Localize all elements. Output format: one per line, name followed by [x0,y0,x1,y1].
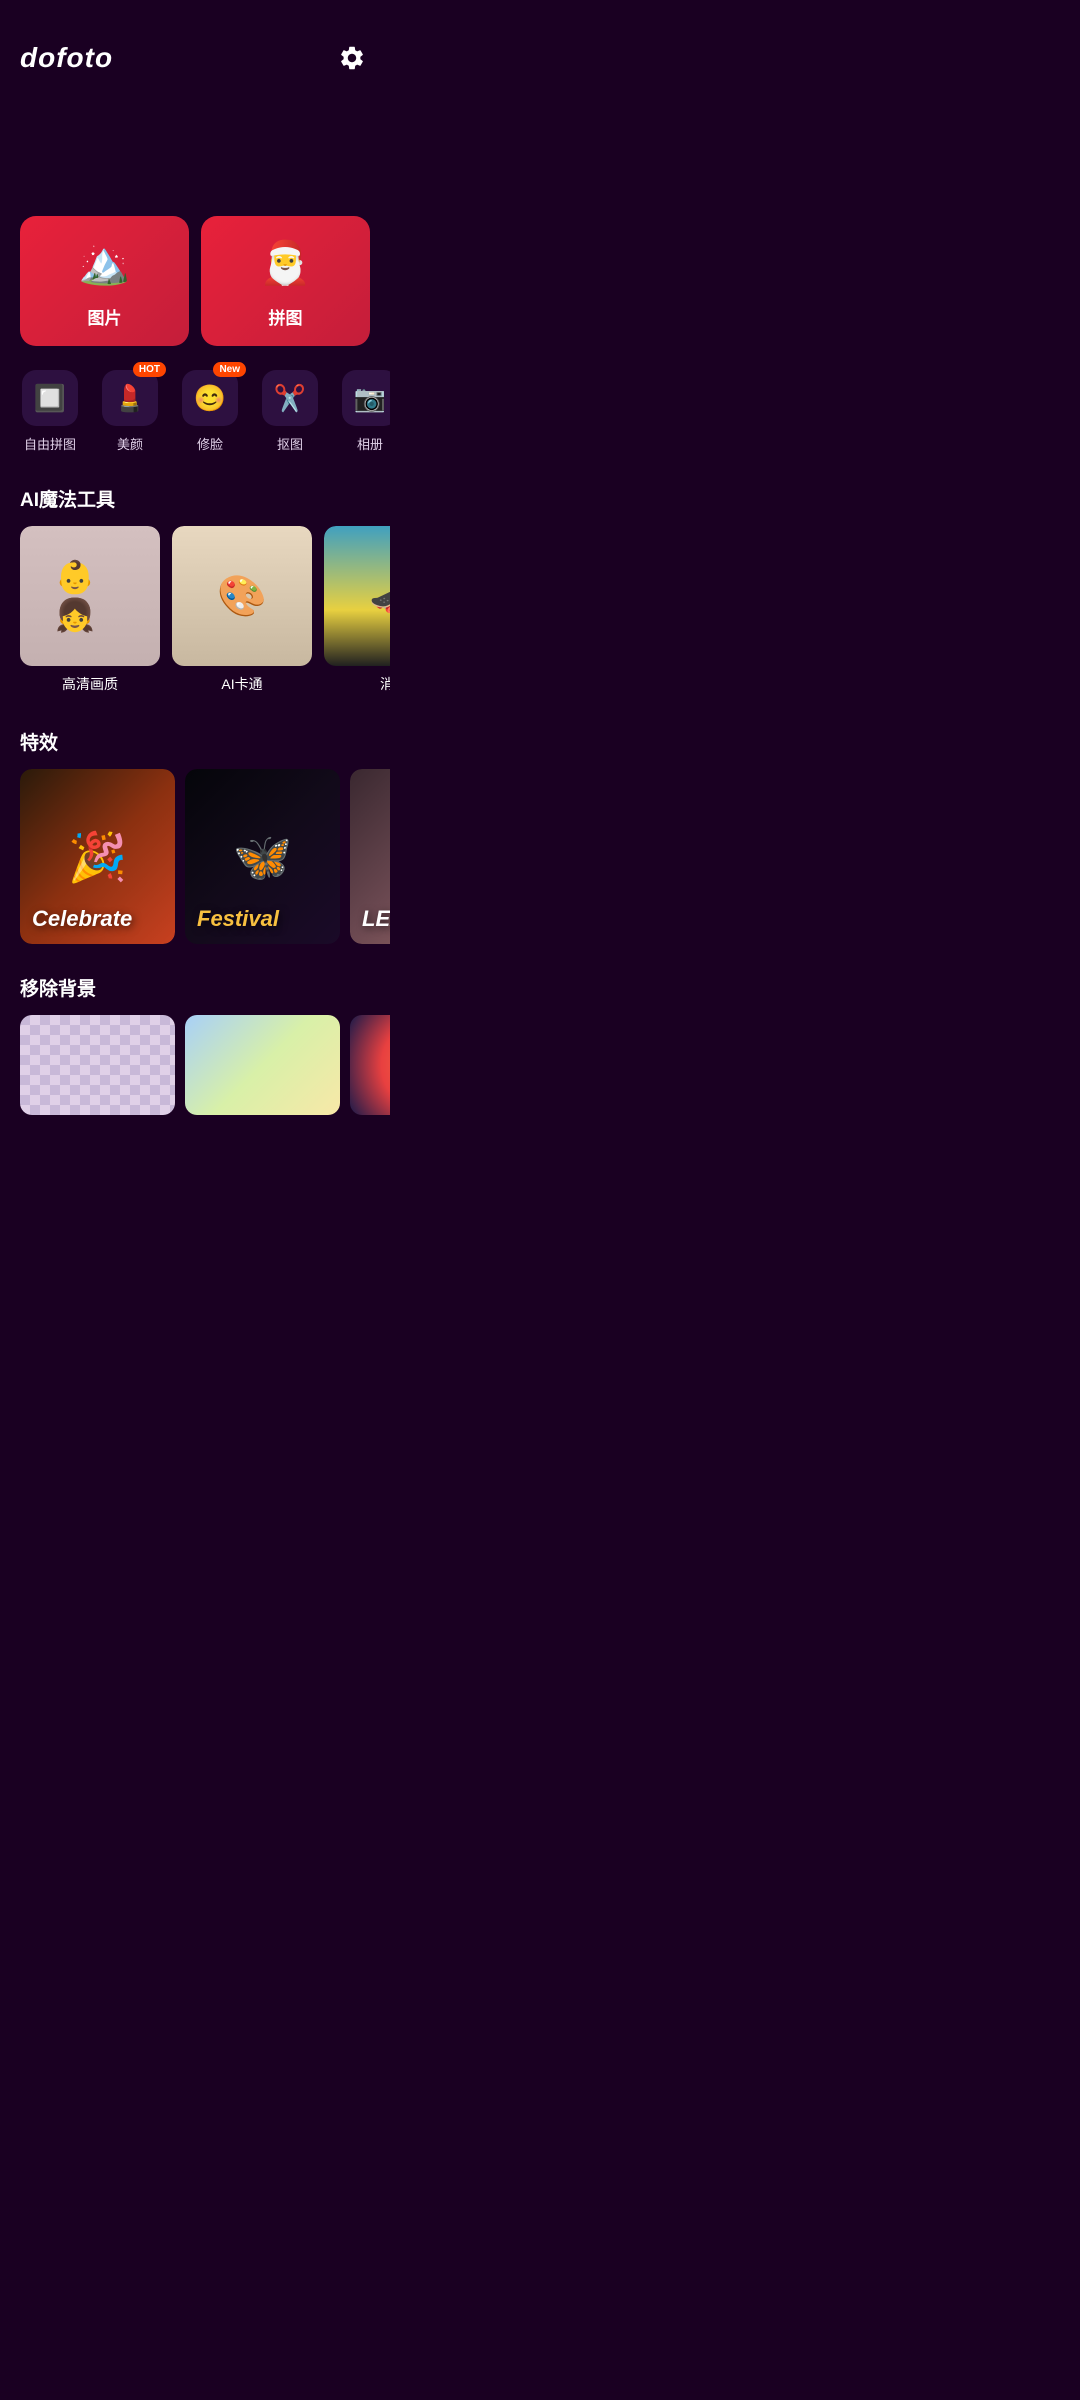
photos-icon: 🏔️ [75,234,135,294]
bg-remove-section-title: 移除背景 [0,974,390,1001]
cutout-icon: ✂️ [274,383,306,414]
ai-tool-erase-label: 消除 [324,666,390,698]
ai-tool-cartoon-image [172,526,312,666]
beauty-icon-wrap: 💄 HOT [102,370,158,426]
free-collage-label: 自由拼图 [24,434,76,453]
face-retouch-icon: 😊 [194,383,226,414]
ai-tool-erase-image [324,526,390,666]
face-retouch-label: 修脸 [197,434,223,453]
free-collage-icon: 🔲 [34,383,66,414]
app-logo: dofoto [20,42,113,74]
tool-free-collage[interactable]: 🔲 自由拼图 [10,362,90,461]
photos-button[interactable]: 🏔️ 图片 [20,216,189,346]
ai-tool-hd-label: 高清画质 [20,666,160,698]
new-badge: New [213,362,246,377]
bg-gradient2-card[interactable] [350,1015,390,1115]
festival-label: Festival [197,906,279,932]
app-root: dofoto 🏔️ 图片 🎅 拼图 🔲 自由拼图 💄 [0,0,390,1115]
free-collage-icon-wrap: 🔲 [22,370,78,426]
tool-cutout[interactable]: ✂️ 抠图 [250,362,330,461]
ai-section-title: AI魔法工具 [0,485,390,512]
tools-row: 🔲 自由拼图 💄 HOT 美颜 😊 New 修脸 ✂️ 抠图 [0,362,390,461]
tool-face-retouch[interactable]: 😊 New 修脸 [170,362,250,461]
effect-festival[interactable]: Festival [185,769,340,944]
cutout-label: 抠图 [277,434,303,453]
ai-tool-erase[interactable]: 消除 [324,526,390,698]
gear-icon [338,44,366,72]
photos-label: 图片 [88,304,122,329]
face-retouch-icon-wrap: 😊 New [182,370,238,426]
leaks-label: LEAKS [362,906,390,932]
bg-transparent-card[interactable] [20,1015,175,1115]
album-label: 相册 [357,434,383,453]
ai-tools-row: 高清画质 AI卡通 消除 [0,526,390,698]
collage-label: 拼图 [269,304,303,329]
effects-section-title: 特效 [0,728,390,755]
collage-icon: 🎅 [256,234,316,294]
ai-tool-hd[interactable]: 高清画质 [20,526,160,698]
bg-gradient1-card[interactable] [185,1015,340,1115]
celebrate-label: Celebrate [32,906,132,932]
beauty-label: 美颜 [117,434,143,453]
tool-beauty[interactable]: 💄 HOT 美颜 [90,362,170,461]
ai-tool-cartoon-label: AI卡通 [172,666,312,698]
main-buttons-row: 🏔️ 图片 🎅 拼图 [0,216,390,346]
banner-area [0,96,390,216]
effects-row: Celebrate Festival LEAKS Wings [0,769,390,944]
effect-celebrate[interactable]: Celebrate [20,769,175,944]
settings-button[interactable] [334,40,370,76]
cutout-icon-wrap: ✂️ [262,370,318,426]
hot-badge: HOT [133,362,166,377]
ai-tool-cartoon[interactable]: AI卡通 [172,526,312,698]
effect-leaks[interactable]: LEAKS [350,769,390,944]
bg-remove-row [0,1015,390,1115]
ai-tool-hd-image [20,526,160,666]
beauty-icon: 💄 [114,383,146,414]
album-icon-wrap: 📷 [342,370,390,426]
tool-album[interactable]: 📷 相册 [330,362,390,461]
album-icon: 📷 [354,383,386,414]
header: dofoto [0,0,390,96]
collage-button[interactable]: 🎅 拼图 [201,216,370,346]
